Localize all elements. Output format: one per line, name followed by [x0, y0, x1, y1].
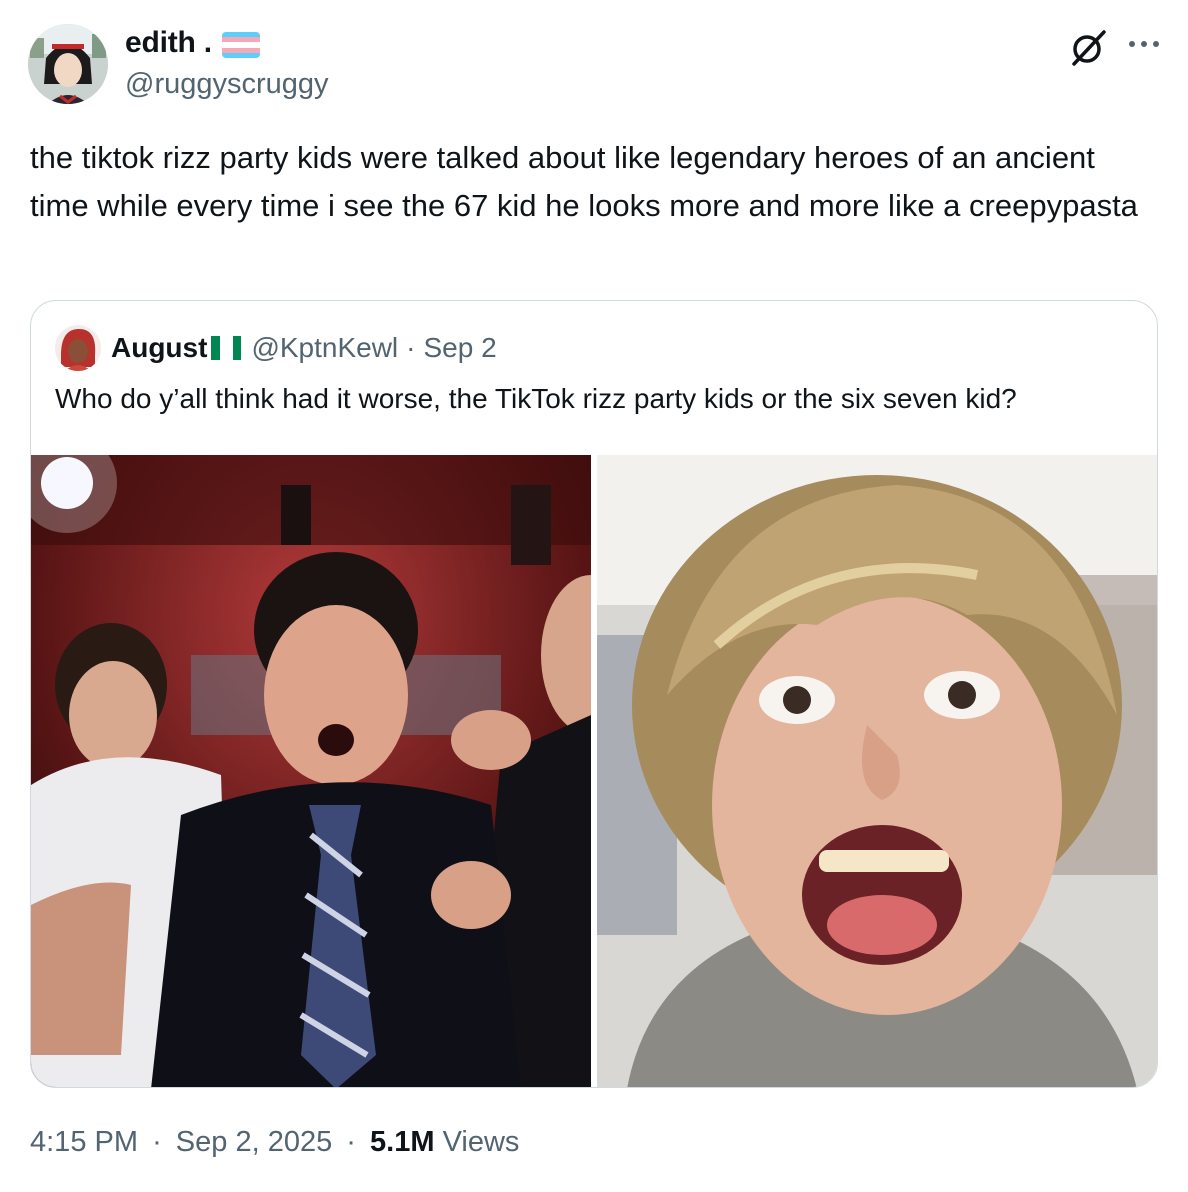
- quote-text: Who do y’all think had it worse, the Tik…: [55, 383, 1017, 414]
- author-display-name: edith .: [125, 26, 212, 59]
- grok-slash-icon[interactable]: [1068, 28, 1108, 68]
- six-seven-kid-photo[interactable]: [597, 455, 1157, 1087]
- nigeria-flag-icon: [211, 336, 242, 360]
- quote-date[interactable]: Sep 2: [423, 332, 496, 364]
- flag-stripe: [221, 52, 260, 58]
- author-avatar[interactable]: [28, 24, 108, 104]
- party-kids-photo[interactable]: [31, 455, 591, 1087]
- author-handle[interactable]: @ruggyscruggy: [125, 68, 329, 101]
- footer-separator: ·: [152, 1126, 162, 1158]
- footer-separator: ·: [346, 1126, 356, 1158]
- quote-media-grid: [31, 455, 1157, 1087]
- quote-author-handle[interactable]: @KptnKewl: [251, 332, 398, 364]
- flag-stripe: [232, 336, 242, 360]
- tweet-time[interactable]: 4:15 PM: [30, 1126, 138, 1158]
- quote-separator: ·: [406, 332, 416, 363]
- tweet-footer: 4:15 PM · Sep 2, 2025 · 5.1M Views: [30, 1126, 519, 1159]
- author-name[interactable]: edith .: [125, 26, 260, 60]
- quoted-tweet[interactable]: August @KptnKewl · Sep 2 Who do y’all th…: [30, 300, 1158, 1088]
- views-label[interactable]: Views: [443, 1126, 520, 1158]
- trans-flag-icon: [221, 32, 260, 58]
- flag-stripe: [222, 336, 231, 360]
- more-dots-icon[interactable]: [1126, 28, 1162, 58]
- quote-header: August @KptnKewl · Sep 2: [111, 332, 497, 364]
- tweet: edith . @ruggyscruggy the tiktok rizz pa…: [0, 0, 1188, 1192]
- tweet-text: the tiktok rizz party kids were talked a…: [30, 140, 1138, 223]
- views-count[interactable]: 5.1M: [370, 1126, 434, 1158]
- quote-author-name[interactable]: August: [111, 332, 207, 364]
- quote-author-avatar[interactable]: [55, 325, 101, 371]
- tweet-date[interactable]: Sep 2, 2025: [176, 1126, 332, 1158]
- flag-stripe: [211, 336, 221, 360]
